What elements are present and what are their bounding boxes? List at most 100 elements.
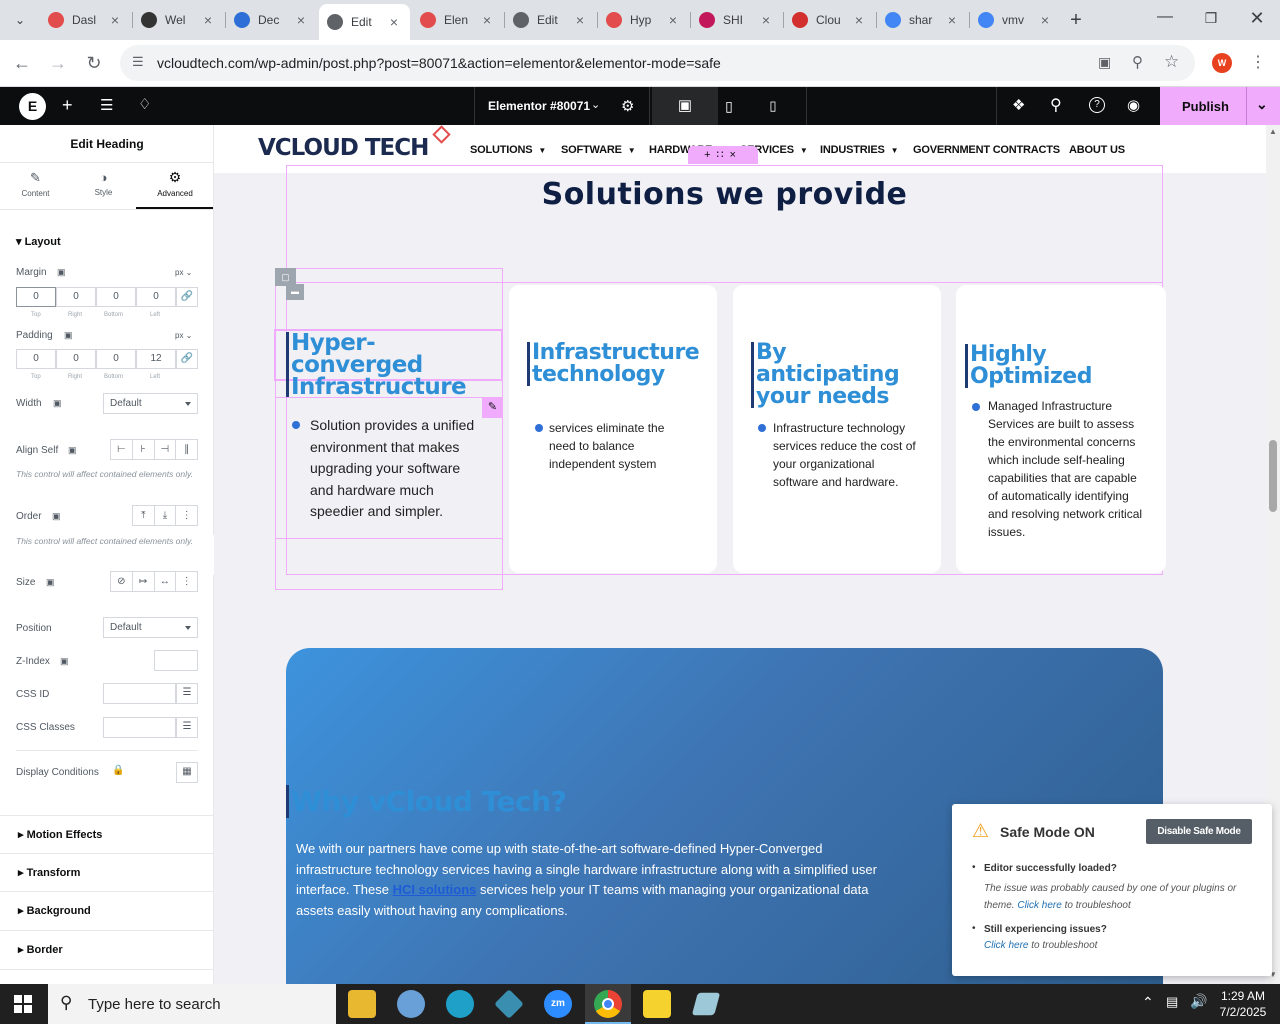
transform-section[interactable]: ▸ Transform bbox=[0, 853, 213, 891]
chrome-taskbar-active[interactable] bbox=[585, 984, 631, 1024]
size-grow-icon[interactable]: ↦ bbox=[133, 572, 155, 591]
responsive-desktop-icon[interactable]: ▣ bbox=[53, 398, 62, 409]
troubleshoot-link[interactable]: Click here bbox=[984, 940, 1028, 951]
app-diamond-icon[interactable] bbox=[494, 989, 524, 1019]
network-icon[interactable]: ▤ bbox=[1166, 994, 1178, 1010]
close-window-button[interactable]: ✕ bbox=[1242, 8, 1272, 29]
windows-start-icon[interactable] bbox=[14, 995, 32, 1013]
padding-bottom-input[interactable]: 0 bbox=[96, 349, 136, 369]
hci-solutions-link[interactable]: HCI solutions bbox=[393, 882, 477, 897]
tab-search-button[interactable]: ⌄ bbox=[8, 8, 32, 32]
size-none-icon[interactable]: ⊘ bbox=[111, 572, 133, 591]
browser-tab[interactable]: Hyp × bbox=[598, 4, 689, 36]
system-tray-chevron-icon[interactable]: ⌃ bbox=[1142, 994, 1154, 1011]
margin-left-input[interactable]: 0 bbox=[136, 287, 176, 307]
back-button[interactable]: ← bbox=[10, 51, 34, 75]
more-options-icon[interactable]: ⋮ bbox=[176, 506, 197, 525]
responsive-desktop-icon[interactable]: ▣ bbox=[60, 656, 69, 667]
restore-button[interactable]: ❐ bbox=[1196, 10, 1226, 27]
browser-tab[interactable]: Edit × bbox=[505, 4, 596, 36]
new-tab-button[interactable]: + bbox=[1064, 8, 1088, 32]
zoom-icon[interactable]: ⚲ bbox=[1132, 53, 1143, 71]
troubleshoot-link[interactable]: Click here bbox=[1017, 900, 1061, 911]
align-center-icon[interactable]: ⊦ bbox=[133, 440, 155, 459]
margin-right-input[interactable]: 0 bbox=[56, 287, 96, 307]
file-explorer-icon[interactable] bbox=[348, 990, 376, 1018]
section-handle-toolbar[interactable]: +∷× bbox=[688, 146, 758, 164]
card-heading[interactable]: Hyper-converged Infrastructure bbox=[286, 332, 502, 399]
browser-tab[interactable]: vmv × bbox=[970, 4, 1061, 36]
tab-close-icon[interactable]: × bbox=[107, 12, 123, 28]
tablet-device-icon[interactable]: ▯ bbox=[718, 87, 740, 125]
browser-tab[interactable]: Elen × bbox=[412, 4, 503, 36]
tab-close-icon[interactable]: × bbox=[293, 12, 309, 28]
taskbar-search-box[interactable]: ⚲ Type here to search bbox=[48, 984, 336, 1024]
tab-close-icon[interactable]: × bbox=[665, 12, 681, 28]
site-logo[interactable]: VCLOUD TECH bbox=[258, 135, 429, 161]
address-bar[interactable]: ☰ vcloudtech.com/wp-admin/post.php?post=… bbox=[120, 45, 1195, 81]
browser-tab[interactable]: Dasl × bbox=[40, 4, 131, 36]
more-options-icon[interactable]: ⋮ bbox=[176, 572, 197, 591]
card-heading[interactable]: Highly Optimized bbox=[965, 344, 1165, 388]
tab-close-icon[interactable]: × bbox=[851, 12, 867, 28]
padding-link-button[interactable]: 🔗 bbox=[176, 349, 198, 369]
responsive-desktop-icon[interactable]: ▣ bbox=[46, 577, 55, 588]
card-heading[interactable]: Infrastructure technology bbox=[527, 342, 707, 386]
tab-close-icon[interactable]: × bbox=[1037, 12, 1053, 28]
remote-app-icon[interactable] bbox=[691, 992, 721, 1016]
paint-app-icon[interactable] bbox=[397, 990, 425, 1018]
notifications-icon[interactable]: ❖ bbox=[1012, 96, 1025, 114]
help-icon[interactable]: ? bbox=[1089, 97, 1105, 113]
tab-close-icon[interactable]: × bbox=[944, 12, 960, 28]
browser-tab[interactable]: Clou × bbox=[784, 4, 875, 36]
page-settings-gear-icon[interactable]: ⚙ bbox=[621, 97, 634, 115]
desktop-device-button[interactable]: ▣ bbox=[652, 87, 718, 125]
responsive-desktop-icon[interactable]: ▣ bbox=[68, 445, 77, 456]
volume-icon[interactable]: 🔊 bbox=[1190, 993, 1207, 1010]
browser-menu-icon[interactable]: ⋮ bbox=[1250, 52, 1266, 72]
tab-close-icon[interactable]: × bbox=[758, 12, 774, 28]
order-start-icon[interactable]: ⤒ bbox=[133, 506, 155, 525]
border-section[interactable]: ▸ Border bbox=[0, 930, 213, 968]
margin-link-button[interactable]: 🔗 bbox=[176, 287, 198, 307]
padding-left-input[interactable]: 12 bbox=[136, 349, 176, 369]
motion-effects-section[interactable]: ▸ Motion Effects bbox=[0, 815, 213, 853]
elementor-logo-icon[interactable]: E bbox=[19, 93, 46, 120]
padding-right-input[interactable]: 0 bbox=[56, 349, 96, 369]
structure-layers-icon[interactable]: ♢ bbox=[138, 95, 151, 113]
align-end-icon[interactable]: ⊣ bbox=[155, 440, 177, 459]
reload-button[interactable]: ↻ bbox=[82, 51, 106, 75]
responsive-desktop-icon[interactable]: ▣ bbox=[52, 511, 61, 522]
align-stretch-icon[interactable]: ∥ bbox=[176, 440, 197, 459]
site-nav-item[interactable]: SOFTWARE ▼ bbox=[561, 144, 636, 156]
cssid-input[interactable] bbox=[103, 683, 176, 704]
dynamic-tags-icon[interactable]: ☰ bbox=[176, 683, 198, 704]
mobile-device-icon[interactable]: ▯ bbox=[762, 87, 784, 125]
scroll-up-arrow-icon[interactable]: ▲ bbox=[1269, 127, 1277, 136]
scrollbar-thumb[interactable] bbox=[1269, 440, 1277, 512]
sticky-notes-icon[interactable] bbox=[643, 990, 671, 1018]
browser-tab[interactable]: Edit × bbox=[319, 4, 410, 40]
publish-options-chevron-icon[interactable]: ⌄ bbox=[1256, 96, 1268, 113]
browser-tab[interactable]: shar × bbox=[877, 4, 968, 36]
size-shrink-icon[interactable]: ↔ bbox=[155, 572, 177, 591]
responsive-desktop-icon[interactable]: ▣ bbox=[57, 267, 66, 278]
padding-top-input[interactable]: 0 bbox=[16, 349, 56, 369]
card-heading[interactable]: By anticipating your needs bbox=[751, 342, 931, 408]
tab-close-icon[interactable]: × bbox=[479, 12, 495, 28]
site-info-icon[interactable]: ☰ bbox=[132, 54, 144, 70]
forward-button[interactable]: → bbox=[46, 51, 70, 75]
profile-avatar[interactable]: W bbox=[1212, 53, 1232, 73]
site-nav-item[interactable]: ABOUT US bbox=[1069, 144, 1125, 156]
browser-tab[interactable]: SHI × bbox=[691, 4, 782, 36]
minimize-button[interactable]: — bbox=[1150, 8, 1180, 26]
tab-advanced[interactable]: ⚙ Advanced bbox=[136, 165, 213, 209]
cssclasses-input[interactable] bbox=[103, 717, 176, 738]
browser-tab[interactable]: Wel × bbox=[133, 4, 224, 36]
margin-top-input[interactable]: 0 bbox=[16, 287, 56, 307]
document-title-dropdown[interactable]: Elementor #80071 ⌄ ⚙ bbox=[474, 87, 650, 125]
why-title[interactable]: Why vCloud Tech? bbox=[286, 785, 567, 818]
tab-close-icon[interactable]: × bbox=[386, 14, 402, 30]
taskbar-clock[interactable]: 1:29 AM 7/2/2025 bbox=[1214, 988, 1272, 1020]
zindex-input[interactable] bbox=[154, 650, 198, 671]
